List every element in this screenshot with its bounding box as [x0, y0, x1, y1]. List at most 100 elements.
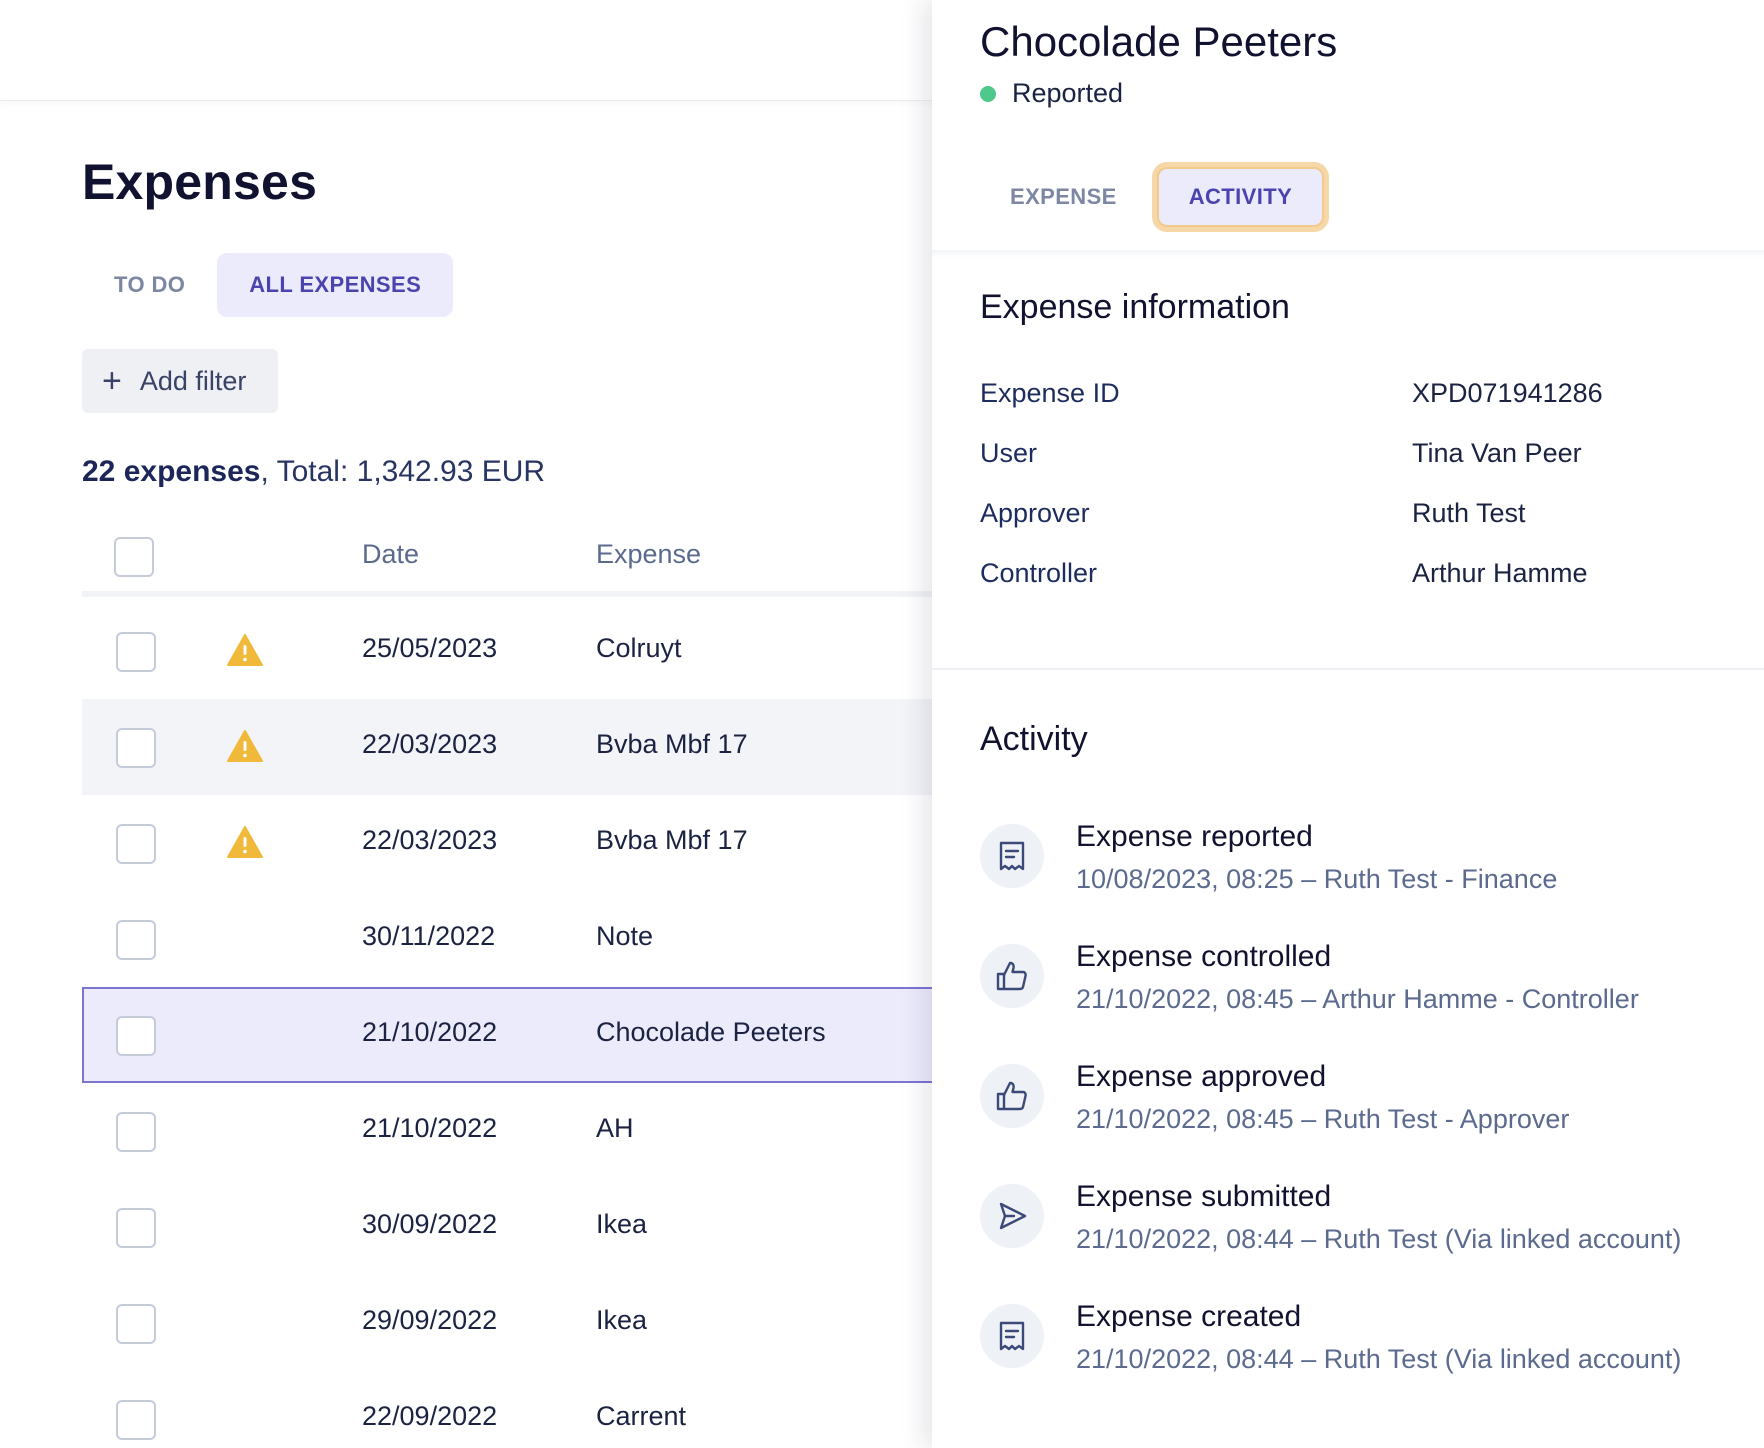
activity-item: Expense submitted 21/10/2022, 08:44 – Ru… [980, 1180, 1740, 1300]
table-row[interactable]: 25/05/2023 Colruyt [82, 603, 934, 699]
row-expense: Colruyt [596, 633, 682, 663]
row-date: 30/09/2022 [362, 1209, 498, 1239]
activity-detail: 21/10/2022, 08:44 – Ruth Test (Via linke… [1076, 1224, 1682, 1254]
info-row-controller: Controller Arthur Hamme [980, 558, 1720, 618]
row-checkbox[interactable] [116, 1016, 156, 1056]
row-checkbox[interactable] [116, 824, 156, 864]
panel-title: Chocolade Peeters [980, 18, 1338, 65]
plus-icon: + [102, 362, 122, 400]
activity-title: Expense reported [1076, 820, 1313, 853]
info-key: Expense ID [980, 378, 1120, 408]
thumbs-up-icon [980, 944, 1044, 1008]
status-badge: Reported [980, 78, 1123, 109]
receipt-icon [980, 1304, 1044, 1368]
expense-count: 22 expenses [82, 455, 261, 488]
row-checkbox[interactable] [116, 1208, 156, 1248]
row-date: 22/09/2022 [362, 1401, 498, 1431]
row-checkbox[interactable] [116, 1400, 156, 1440]
row-checkbox[interactable] [116, 728, 156, 768]
status-label: Reported [1012, 78, 1124, 108]
activity-item: Expense created 21/10/2022, 08:44 – Ruth… [980, 1300, 1740, 1420]
receipt-icon [980, 824, 1044, 888]
activity-title: Expense controlled [1076, 940, 1332, 973]
divider [932, 668, 1764, 670]
row-date: 22/03/2023 [362, 825, 498, 855]
expenses-summary: 22 expenses, Total: 1,342.93 EUR [82, 455, 545, 489]
info-value: Arthur Hamme [1412, 558, 1588, 588]
row-expense: Chocolade Peeters [596, 1017, 826, 1047]
tab-expense[interactable]: EXPENSE [980, 167, 1147, 227]
activity-item: Expense reported 10/08/2023, 08:25 – Rut… [980, 820, 1740, 940]
activity-detail: 10/08/2023, 08:25 – Ruth Test - Finance [1076, 864, 1558, 894]
thumbs-up-icon [980, 1064, 1044, 1128]
list-tabs: TO DO ALL EXPENSES [82, 253, 454, 317]
info-value: Tina Van Peer [1412, 438, 1582, 468]
tab-activity[interactable]: ACTIVITY [1156, 167, 1325, 227]
send-icon [980, 1184, 1044, 1248]
row-checkbox[interactable] [116, 920, 156, 960]
table-row[interactable]: 22/09/2022 Carrent [82, 1371, 934, 1448]
table-row[interactable]: 29/09/2022 Ikea [82, 1275, 934, 1371]
activity-title: Expense created [1076, 1300, 1302, 1333]
row-expense: Carrent [596, 1401, 687, 1431]
expense-total: , Total: 1,342.93 EUR [260, 455, 546, 488]
activity-item: Expense approved 21/10/2022, 08:45 – Rut… [980, 1060, 1740, 1180]
select-all-checkbox[interactable] [114, 537, 154, 577]
info-value: Ruth Test [1412, 498, 1526, 528]
tab-all-expenses[interactable]: ALL EXPENSES [217, 253, 454, 317]
expense-detail-panel: Chocolade Peeters Reported EXPENSE ACTIV… [932, 0, 1764, 1448]
row-checkbox[interactable] [116, 1304, 156, 1344]
warning-icon [227, 634, 263, 666]
app-page: Expenses TO DO ALL EXPENSES + Add filter… [0, 0, 1764, 1448]
row-expense: Bvba Mbf 17 [596, 825, 748, 855]
row-expense: Bvba Mbf 17 [596, 729, 748, 759]
add-filter-button[interactable]: + Add filter [82, 349, 278, 413]
activity-title: Expense submitted [1076, 1180, 1332, 1213]
info-key: Approver [980, 498, 1090, 528]
info-row-user: User Tina Van Peer [980, 438, 1720, 498]
expense-information-heading: Expense information [980, 288, 1290, 326]
column-header-expense[interactable]: Expense [596, 539, 701, 570]
expenses-table-body: 25/05/2023 Colruyt 22/03/2023 Bvba Mbf 1… [82, 603, 934, 1448]
row-expense: AH [596, 1113, 634, 1143]
column-header-date[interactable]: Date [362, 539, 419, 570]
activity-detail: 21/10/2022, 08:44 – Ruth Test (Via linke… [1076, 1344, 1682, 1374]
activity-item: Expense controlled 21/10/2022, 08:45 – A… [980, 940, 1740, 1060]
warning-icon [227, 730, 263, 762]
table-row-selected[interactable]: 21/10/2022 Chocolade Peeters [82, 987, 934, 1083]
row-date: 25/05/2023 [362, 633, 498, 663]
divider [932, 250, 1764, 258]
table-row[interactable]: 30/11/2022 Note [82, 891, 934, 987]
status-dot-icon [980, 85, 996, 102]
table-row[interactable]: 30/09/2022 Ikea [82, 1179, 934, 1275]
row-date: 21/10/2022 [362, 1113, 498, 1143]
table-header: Date Expense [82, 513, 934, 597]
row-expense: Ikea [596, 1305, 648, 1335]
row-expense: Note [596, 921, 654, 951]
activity-heading: Activity [980, 720, 1088, 758]
row-checkbox[interactable] [116, 1112, 156, 1152]
table-row[interactable]: 21/10/2022 AH [82, 1083, 934, 1179]
table-row[interactable]: 22/03/2023 Bvba Mbf 17 [82, 699, 934, 795]
row-date: 30/11/2022 [362, 921, 496, 951]
activity-detail: 21/10/2022, 08:45 – Ruth Test - Approver [1076, 1104, 1570, 1134]
info-row-expense-id: Expense ID XPD071941286 [980, 378, 1720, 438]
tab-to-do[interactable]: TO DO [82, 253, 217, 317]
row-checkbox[interactable] [116, 632, 156, 672]
page-title: Expenses [82, 154, 318, 210]
row-date: 29/09/2022 [362, 1305, 498, 1335]
info-row-approver: Approver Ruth Test [980, 498, 1720, 558]
expenses-list-area: Expenses TO DO ALL EXPENSES + Add filter… [82, 101, 934, 1448]
panel-tabs: EXPENSE ACTIVITY [980, 162, 1325, 232]
table-row[interactable]: 22/03/2023 Bvba Mbf 17 [82, 795, 934, 891]
row-date: 21/10/2022 [362, 1017, 498, 1047]
activity-timeline: Expense reported 10/08/2023, 08:25 – Rut… [980, 820, 1740, 1420]
row-date: 22/03/2023 [362, 729, 498, 759]
expense-information-list: Expense ID XPD071941286 User Tina Van Pe… [980, 378, 1720, 618]
activity-title: Expense approved [1076, 1060, 1327, 1093]
add-filter-label: Add filter [139, 365, 247, 396]
warning-icon [227, 826, 263, 858]
info-value: XPD071941286 [1412, 378, 1603, 408]
row-expense: Ikea [596, 1209, 648, 1239]
info-key: User [980, 438, 1038, 468]
